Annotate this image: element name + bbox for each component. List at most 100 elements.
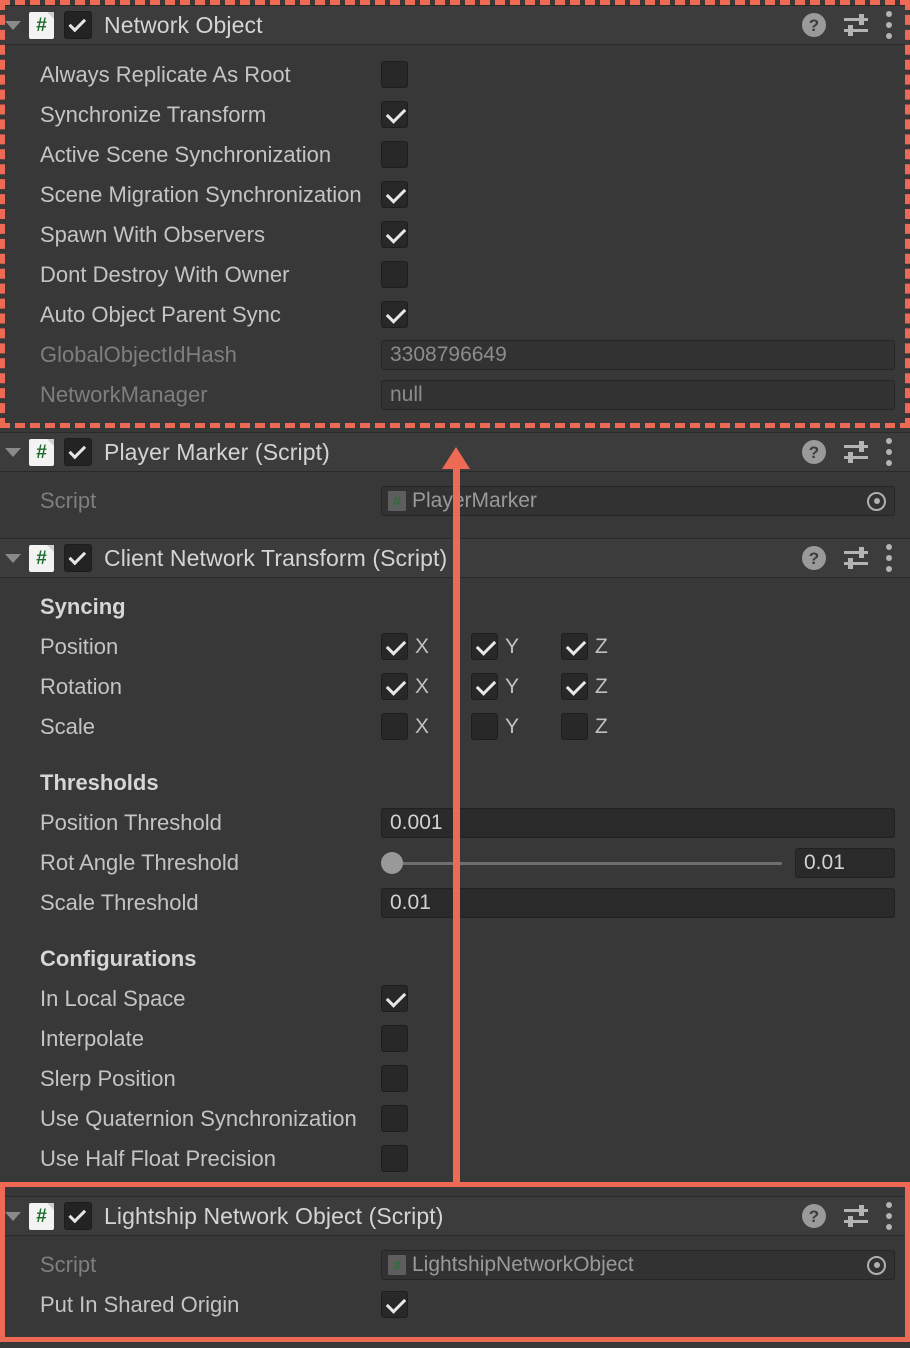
object-picker-icon[interactable] (867, 492, 886, 511)
checkbox-put-in-shared-origin[interactable] (381, 1291, 408, 1318)
checkbox-position-z[interactable] (561, 633, 588, 660)
foldout-arrow-network-object[interactable] (0, 5, 26, 45)
property-row: Auto Object Parent Sync (0, 295, 910, 335)
property-label: Interpolate (40, 1019, 381, 1059)
component-header-network-object[interactable]: # Network Object ? (0, 5, 910, 45)
slider-track-rot-angle-threshold[interactable] (392, 862, 782, 865)
script-mini-icon: # (388, 1255, 406, 1275)
script-icon: # (29, 545, 54, 572)
header-icon-group: ? (802, 11, 910, 39)
checkbox-use-half-float-precision[interactable] (381, 1145, 408, 1172)
checkbox-scale-z[interactable] (561, 713, 588, 740)
header-icon-group: ? (802, 1202, 910, 1230)
property-label: Rotation (40, 667, 122, 707)
annotation-arrow-head (442, 447, 470, 469)
axis-label-z: Z (595, 707, 608, 747)
script-icon: # (29, 12, 54, 39)
property-label: Rot Angle Threshold (40, 843, 239, 883)
component-title: Network Object (104, 12, 263, 39)
property-label: GlobalObjectIdHash (40, 335, 381, 375)
help-icon[interactable]: ? (802, 1204, 826, 1228)
object-picker-icon[interactable] (867, 1256, 886, 1275)
checkbox-dont-destroy-with-owner[interactable] (381, 261, 408, 288)
property-label: Spawn With Observers (40, 215, 381, 255)
component-enabled-checkbox-lightship-network-object[interactable] (64, 1202, 92, 1230)
component-title: Player Marker (Script) (104, 439, 330, 466)
checkbox-scene-migration-synchronization[interactable] (381, 181, 408, 208)
kebab-menu-icon[interactable] (886, 544, 892, 572)
object-field-value: PlayerMarker (412, 489, 537, 513)
component-enabled-checkbox-client-network-transform[interactable] (64, 544, 92, 572)
kebab-menu-icon[interactable] (886, 1202, 892, 1230)
component-title: Lightship Network Object (Script) (104, 1203, 443, 1230)
axis-label-x: X (415, 707, 429, 747)
help-icon[interactable]: ? (802, 13, 826, 37)
axis-label-y: Y (505, 667, 519, 707)
checkbox-use-quaternion-synchronization[interactable] (381, 1105, 408, 1132)
kebab-menu-icon[interactable] (886, 438, 892, 466)
property-row: Dont Destroy With Owner (0, 255, 910, 295)
property-label: Put In Shared Origin (40, 1285, 381, 1325)
checkbox-interpolate[interactable] (381, 1025, 408, 1052)
help-icon[interactable]: ? (802, 440, 826, 464)
field-rot-angle-threshold[interactable]: 0.01 (795, 848, 895, 878)
component-enabled-checkbox-network-object[interactable] (64, 11, 92, 39)
property-row: Synchronize Transform (0, 95, 910, 135)
preset-icon[interactable] (844, 546, 868, 570)
property-label: Active Scene Synchronization (40, 135, 381, 175)
annotation-arrow-shaft (453, 468, 460, 1182)
field-network-manager: null (381, 380, 895, 410)
kebab-menu-icon[interactable] (886, 11, 892, 39)
property-label: Scene Migration Synchronization (40, 175, 381, 215)
slider-knob-rot-angle-threshold[interactable] (381, 852, 403, 874)
checkbox-scale-x[interactable] (381, 713, 408, 740)
axis-label-x: X (415, 627, 429, 667)
script-icon: # (29, 1203, 54, 1230)
property-row: Spawn With Observers (0, 215, 910, 255)
section-heading-thresholds: Thresholds (40, 763, 159, 803)
checkbox-position-y[interactable] (471, 633, 498, 660)
checkbox-position-x[interactable] (381, 633, 408, 660)
checkbox-slerp-position[interactable] (381, 1065, 408, 1092)
axis-label-z: Z (595, 627, 608, 667)
property-row: GlobalObjectIdHash 3308796649 (0, 335, 910, 375)
checkbox-auto-object-parent-sync[interactable] (381, 301, 408, 328)
checkbox-scale-y[interactable] (471, 713, 498, 740)
property-label: Position (40, 627, 118, 667)
section-heading-configurations: Configurations (40, 939, 196, 979)
foldout-arrow-player-marker[interactable] (0, 432, 26, 472)
component-title: Client Network Transform (Script) (104, 545, 447, 572)
axis-label-x: X (415, 667, 429, 707)
property-label: Script (40, 481, 96, 521)
checkbox-in-local-space[interactable] (381, 985, 408, 1012)
preset-icon[interactable] (844, 13, 868, 37)
object-field-script-lightship-network-object[interactable]: # LightshipNetworkObject (381, 1250, 895, 1280)
object-field-value: LightshipNetworkObject (412, 1253, 634, 1277)
help-icon[interactable]: ? (802, 546, 826, 570)
property-row: Script # LightshipNetworkObject (0, 1245, 910, 1285)
foldout-arrow-client-network-transform[interactable] (0, 538, 26, 578)
axis-label-y: Y (505, 627, 519, 667)
script-icon: # (29, 439, 54, 466)
section-heading-syncing: Syncing (40, 587, 126, 627)
component-header-lightship-network-object[interactable]: # Lightship Network Object (Script) ? (0, 1196, 910, 1236)
component-enabled-checkbox-player-marker[interactable] (64, 438, 92, 466)
checkbox-active-scene-synchronization[interactable] (381, 141, 408, 168)
foldout-arrow-lightship-network-object[interactable] (0, 1196, 26, 1236)
checkbox-always-replicate-as-root[interactable] (381, 61, 408, 88)
preset-icon[interactable] (844, 1204, 868, 1228)
preset-icon[interactable] (844, 440, 868, 464)
property-label: Position Threshold (40, 803, 222, 843)
checkbox-rotation-x[interactable] (381, 673, 408, 700)
checkbox-rotation-z[interactable] (561, 673, 588, 700)
property-label: In Local Space (40, 979, 381, 1019)
property-label: Slerp Position (40, 1059, 381, 1099)
property-label: Use Half Float Precision (40, 1139, 381, 1179)
axis-label-z: Z (595, 667, 608, 707)
checkbox-spawn-with-observers[interactable] (381, 221, 408, 248)
checkbox-rotation-y[interactable] (471, 673, 498, 700)
checkbox-synchronize-transform[interactable] (381, 101, 408, 128)
script-mini-icon: # (388, 491, 406, 511)
property-label: Auto Object Parent Sync (40, 295, 381, 335)
property-label: Scale (40, 707, 95, 747)
